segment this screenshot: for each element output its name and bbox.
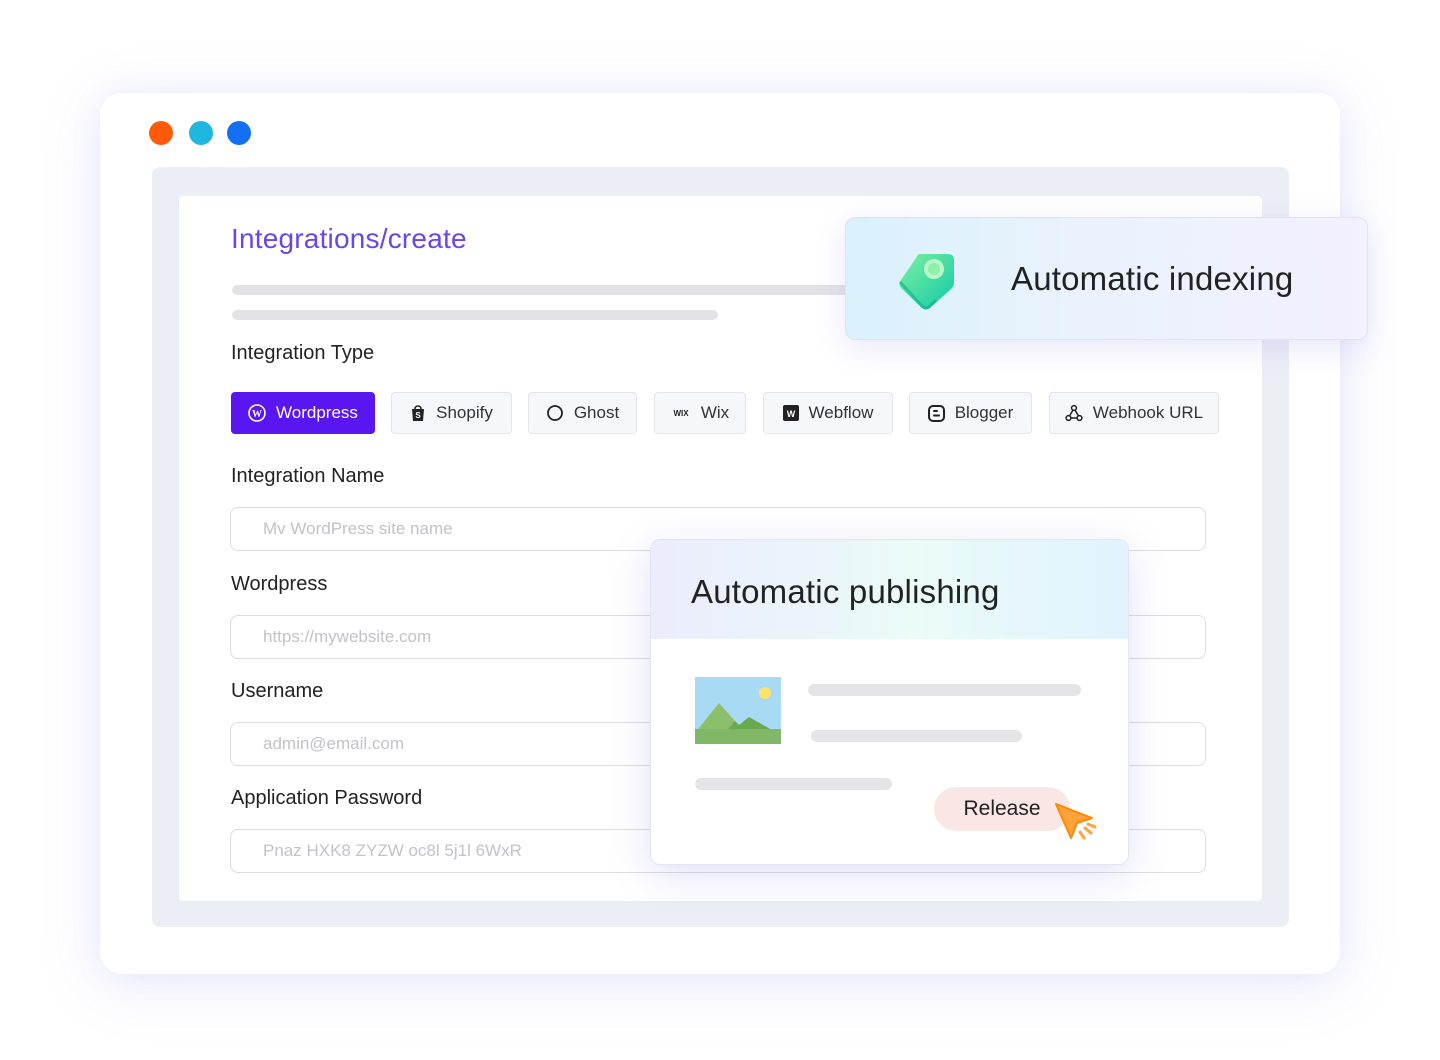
type-button-label: Webhook URL <box>1092 403 1204 422</box>
content-skeleton-line <box>808 684 1081 696</box>
type-button-blogger[interactable]: Blogger <box>909 392 1032 434</box>
type-button-ghost[interactable]: Ghost <box>528 392 637 434</box>
window-close-dot[interactable] <box>149 121 173 145</box>
description-skeleton-line <box>232 285 872 295</box>
blogger-icon <box>927 404 945 422</box>
integration-name-label: Integration Name <box>231 465 385 487</box>
publishing-card-header: Automatic publishing <box>651 540 1128 639</box>
image-placeholder-icon <box>695 677 781 749</box>
content-skeleton-line <box>811 730 1022 742</box>
window-minimize-dot[interactable] <box>189 121 213 145</box>
type-button-label: Ghost <box>573 403 620 422</box>
svg-text:WIX: WIX <box>673 409 689 418</box>
svg-text:S: S <box>415 411 421 420</box>
wordpress-url-placeholder: https://mywebsite.com <box>263 627 432 646</box>
description-skeleton-line <box>232 310 718 320</box>
webhook-icon <box>1065 404 1083 422</box>
username-label: Username <box>231 680 324 702</box>
type-button-label: Blogger <box>954 403 1014 422</box>
tag-icon <box>896 248 960 317</box>
webflow-icon: W <box>782 405 799 421</box>
wordpress-icon: W <box>248 404 266 422</box>
type-button-label: Shopify <box>436 403 493 422</box>
application-password-placeholder: Pnaz HXK8 ZYZW oc8l 5j1l 6WxR <box>263 841 522 860</box>
username-placeholder: admin@email.com <box>263 734 405 753</box>
svg-text:W: W <box>252 409 262 420</box>
wix-logo-icon: WIX <box>671 407 691 419</box>
wordpress-url-label: Wordpress <box>231 573 328 595</box>
type-button-label: Webflow <box>808 403 874 422</box>
automatic-publishing-card: Automatic publishing Release <box>650 539 1129 865</box>
automatic-publishing-title: Automatic publishing <box>691 573 1000 610</box>
type-button-label: Wix <box>700 403 730 422</box>
type-button-shopify[interactable]: S Shopify <box>391 392 512 434</box>
pointer-cursor-icon <box>1054 802 1100 851</box>
application-password-label: Application Password <box>231 787 423 809</box>
page-title: Integrations/create <box>231 223 467 254</box>
shopify-bag-icon: S <box>410 404 426 422</box>
type-button-webhook[interactable]: Webhook URL <box>1049 392 1219 434</box>
type-button-wordpress[interactable]: W Wordpress <box>231 392 375 434</box>
automatic-indexing-title: Automatic indexing <box>1011 260 1294 297</box>
type-button-wix[interactable]: WIX Wix <box>654 392 746 434</box>
ghost-circle-icon <box>546 404 564 422</box>
type-button-label: Wordpress <box>276 403 358 422</box>
release-button[interactable]: Release <box>934 787 1070 831</box>
svg-text:W: W <box>786 409 795 419</box>
type-button-webflow[interactable]: W Webflow <box>763 392 893 434</box>
integration-name-placeholder: Mv WordPress site name <box>263 519 453 538</box>
window-maximize-dot[interactable] <box>227 121 251 145</box>
automatic-indexing-card: Automatic indexing <box>845 217 1368 340</box>
content-skeleton-line <box>695 778 892 790</box>
integration-type-label: Integration Type <box>231 342 375 364</box>
